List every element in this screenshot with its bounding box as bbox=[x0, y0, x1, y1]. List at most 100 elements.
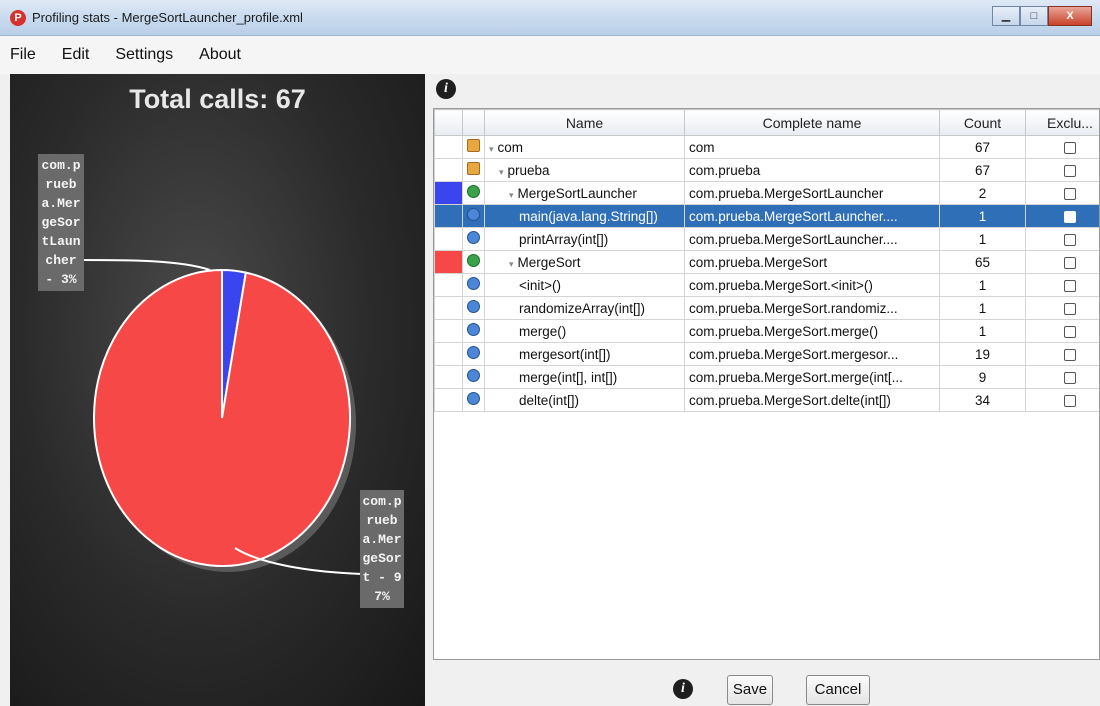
slice-label-mergesort: com.prueba.MergeSort - 97% bbox=[360, 490, 404, 608]
name-cell[interactable]: ▾ prueba bbox=[484, 158, 685, 182]
column-header-count[interactable]: Count bbox=[939, 109, 1026, 136]
table-row[interactable]: delte(int[]) com.prueba.MergeSort.delte(i… bbox=[434, 388, 1099, 412]
exclude-checkbox[interactable] bbox=[1064, 164, 1076, 177]
info-icon[interactable]: i bbox=[673, 679, 693, 699]
color-swatch bbox=[434, 319, 463, 343]
menu-file[interactable]: File bbox=[8, 42, 38, 68]
menu-edit[interactable]: Edit bbox=[60, 42, 92, 68]
color-swatch bbox=[434, 204, 463, 228]
name-cell[interactable]: merge() bbox=[484, 319, 685, 343]
color-swatch bbox=[434, 135, 463, 159]
color-swatch bbox=[434, 342, 463, 366]
cancel-button[interactable]: Cancel bbox=[806, 675, 870, 705]
column-header-color[interactable] bbox=[434, 109, 463, 136]
color-swatch bbox=[434, 250, 463, 274]
table-row[interactable]: main(java.lang.String[]) com.prueba.Merge… bbox=[434, 204, 1099, 228]
expand-toggle-icon[interactable]: ▾ bbox=[509, 259, 514, 269]
count-cell: 19 bbox=[939, 342, 1026, 366]
exclude-checkbox[interactable] bbox=[1064, 348, 1076, 361]
pie-slice-1[interactable] bbox=[92, 268, 351, 567]
minimize-button[interactable]: ▁ bbox=[992, 6, 1020, 26]
complete-name-cell: com.prueba.MergeSort.delte(int[]) bbox=[684, 388, 940, 412]
table-row[interactable]: printArray(int[]) com.prueba.MergeSortLau… bbox=[434, 227, 1099, 251]
menu-about[interactable]: About bbox=[197, 42, 243, 68]
slice-label-mergesortlauncher: com.prueba.MergeSortLauncher - 3% bbox=[38, 154, 84, 291]
column-header-complete-name[interactable]: Complete name bbox=[684, 109, 940, 136]
node-type-cell bbox=[462, 273, 485, 297]
table-row[interactable]: mergesort(int[]) com.prueba.MergeSort.mer… bbox=[434, 342, 1099, 366]
name-cell[interactable]: merge(int[], int[]) bbox=[484, 365, 685, 389]
exclude-checkbox[interactable] bbox=[1064, 256, 1076, 269]
name-cell[interactable]: main(java.lang.String[]) bbox=[484, 204, 685, 228]
complete-name-cell: com.prueba.MergeSort.mergesor... bbox=[684, 342, 940, 366]
close-button[interactable]: X bbox=[1048, 6, 1092, 26]
exclude-checkbox[interactable] bbox=[1064, 325, 1076, 338]
exclude-checkbox[interactable] bbox=[1064, 210, 1076, 223]
table-row[interactable]: merge() com.prueba.MergeSort.merge() 1 bbox=[434, 319, 1099, 343]
exclude-checkbox[interactable] bbox=[1064, 279, 1076, 292]
count-cell: 1 bbox=[939, 227, 1026, 251]
button-bar: i Save Cancel bbox=[433, 672, 1100, 706]
exclude-checkbox[interactable] bbox=[1064, 187, 1076, 200]
exclude-checkbox[interactable] bbox=[1064, 233, 1076, 246]
table-row[interactable]: ▾ MergeSortLauncher com.prueba.MergeSortLa… bbox=[434, 181, 1099, 205]
node-name: printArray(int[]) bbox=[519, 231, 609, 247]
exclude-checkbox[interactable] bbox=[1064, 394, 1076, 407]
exclude-checkbox[interactable] bbox=[1064, 141, 1076, 154]
node-type-cell bbox=[462, 296, 485, 320]
save-button[interactable]: Save bbox=[727, 675, 773, 705]
window-controls: ▁ □ X bbox=[992, 6, 1092, 26]
maximize-button[interactable]: □ bbox=[1020, 6, 1048, 26]
exclude-checkbox[interactable] bbox=[1064, 371, 1076, 384]
leader-line-mergesortlauncher bbox=[79, 259, 211, 271]
exclude-cell bbox=[1025, 250, 1099, 274]
name-cell[interactable]: mergesort(int[]) bbox=[484, 342, 685, 366]
table-row[interactable]: ▾ MergeSort com.prueba.MergeSort 65 bbox=[434, 250, 1099, 274]
exclude-cell bbox=[1025, 135, 1099, 159]
name-cell[interactable]: randomizeArray(int[]) bbox=[484, 296, 685, 320]
node-type-cell bbox=[462, 135, 485, 159]
expand-toggle-icon[interactable]: ▾ bbox=[499, 167, 504, 177]
column-header-exclude[interactable]: Exclu... bbox=[1025, 109, 1099, 136]
method-icon bbox=[467, 231, 480, 244]
complete-name-cell: com.prueba.MergeSortLauncher bbox=[684, 181, 940, 205]
column-header-type[interactable] bbox=[462, 109, 485, 136]
name-cell[interactable]: printArray(int[]) bbox=[484, 227, 685, 251]
complete-name-cell: com.prueba.MergeSort.merge() bbox=[684, 319, 940, 343]
table-row[interactable]: randomizeArray(int[]) com.prueba.MergeSor… bbox=[434, 296, 1099, 320]
menu-bar: File Edit Settings About bbox=[0, 36, 1100, 74]
node-type-cell bbox=[462, 227, 485, 251]
name-cell[interactable]: ▾ MergeSort bbox=[484, 250, 685, 274]
node-name: delte(int[]) bbox=[519, 392, 580, 408]
table-row[interactable]: merge(int[], int[]) com.prueba.MergeSort.… bbox=[434, 365, 1099, 389]
table-row[interactable]: <init>() com.prueba.MergeSort.<init>() 1 bbox=[434, 273, 1099, 297]
name-cell[interactable]: ▾ MergeSortLauncher bbox=[484, 181, 685, 205]
expand-toggle-icon[interactable]: ▾ bbox=[509, 190, 514, 200]
exclude-checkbox[interactable] bbox=[1064, 302, 1076, 315]
table-row[interactable]: ▾ prueba com.prueba 67 bbox=[434, 158, 1099, 182]
column-header-name[interactable]: Name bbox=[484, 109, 685, 136]
class-icon bbox=[467, 254, 480, 267]
name-cell[interactable]: <init>() bbox=[484, 273, 685, 297]
color-swatch bbox=[434, 181, 463, 205]
node-name: com bbox=[497, 139, 524, 155]
complete-name-cell: com bbox=[684, 135, 940, 159]
name-cell[interactable]: delte(int[]) bbox=[484, 388, 685, 412]
count-cell: 34 bbox=[939, 388, 1026, 412]
expand-toggle-icon[interactable]: ▾ bbox=[489, 144, 494, 154]
exclude-cell bbox=[1025, 388, 1099, 412]
node-type-cell bbox=[462, 365, 485, 389]
count-cell: 65 bbox=[939, 250, 1026, 274]
table-row[interactable]: ▾ com com 67 bbox=[434, 135, 1099, 159]
info-icon[interactable]: i bbox=[436, 79, 456, 99]
name-cell[interactable]: ▾ com bbox=[484, 135, 685, 159]
package-icon bbox=[467, 139, 480, 152]
title-bar: P Profiling stats - MergeSortLauncher_pr… bbox=[0, 0, 1100, 36]
method-icon bbox=[467, 323, 480, 336]
menu-settings[interactable]: Settings bbox=[113, 42, 175, 68]
node-type-cell bbox=[462, 204, 485, 228]
class-icon bbox=[467, 185, 480, 198]
node-name: randomizeArray(int[]) bbox=[519, 300, 646, 316]
stats-table: Name Complete name Count Exclu... ▾ com co… bbox=[434, 109, 1099, 412]
exclude-cell bbox=[1025, 342, 1099, 366]
